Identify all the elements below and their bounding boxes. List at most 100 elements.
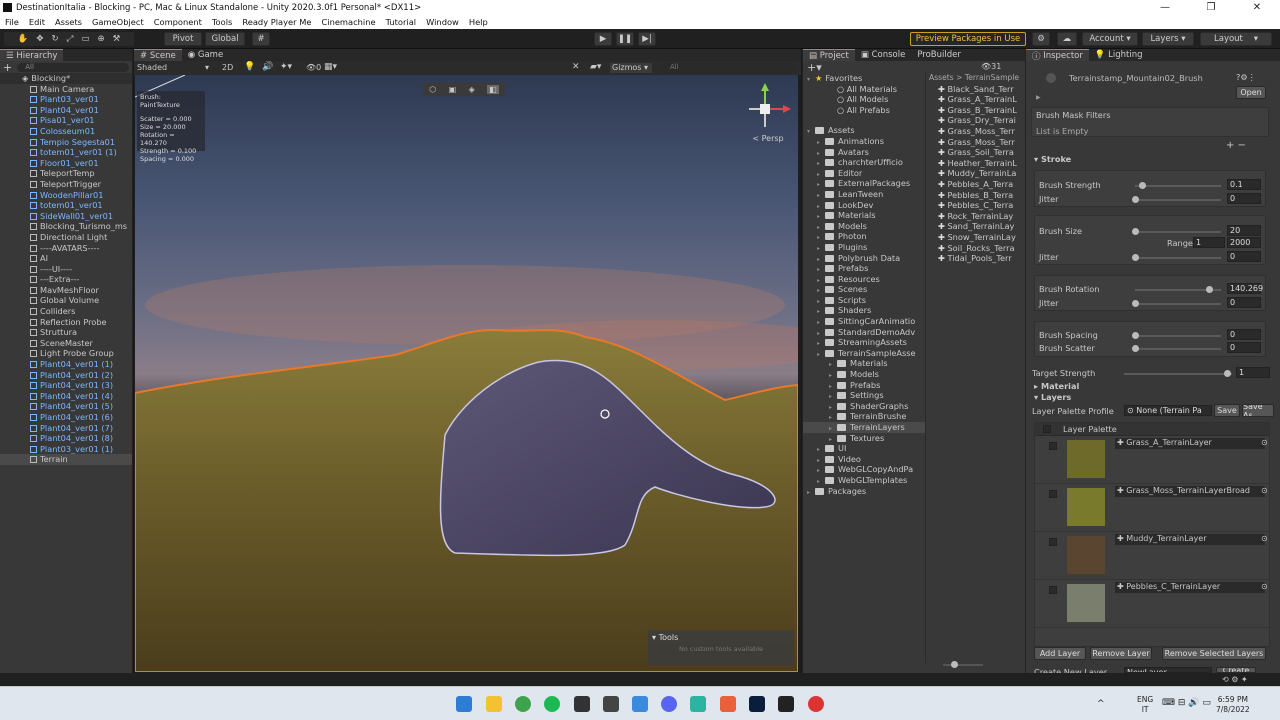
expand-arrow-icon[interactable]: ▶ — [1036, 94, 1041, 101]
folder-item[interactable]: ▸ LookDev — [803, 200, 925, 211]
expand-arrow-icon[interactable]: ▸ — [817, 255, 825, 264]
menu-file[interactable]: File — [0, 17, 24, 27]
rotation-jitter-field[interactable]: 0 — [1227, 297, 1261, 308]
expand-arrow-icon[interactable]: ▸ — [817, 170, 825, 179]
folder-item[interactable]: ▸ Models — [803, 221, 925, 232]
folder-item[interactable]: ▸ WebGLCopyAndPa — [803, 464, 925, 475]
hierarchy-item[interactable]: Plant04_ver01 (2) — [0, 370, 132, 381]
asset-file[interactable]: ✚ Grass_B_TerrainL — [926, 105, 1025, 116]
folder-item[interactable]: ▸ Materials — [803, 210, 925, 221]
spacing-slider[interactable] — [1132, 332, 1221, 339]
size-jitter-field[interactable]: 0 — [1227, 251, 1261, 262]
tab-console[interactable]: ▣ Console — [855, 49, 911, 61]
expand-arrow-icon[interactable]: ▸ — [817, 477, 825, 486]
rotation-jitter-slider[interactable] — [1132, 300, 1221, 307]
hierarchy-item[interactable]: TeleportTrigger — [0, 179, 132, 190]
hidden-objects-toggle[interactable]: 👁0 — [306, 63, 321, 72]
menu-window[interactable]: Window — [421, 17, 464, 27]
expand-arrow-icon[interactable]: ▸ — [817, 138, 825, 147]
file-explorer-icon[interactable] — [486, 696, 502, 712]
scatter-field[interactable]: 0 — [1227, 342, 1261, 353]
expand-arrow-icon[interactable]: ▸ — [817, 180, 825, 189]
scene-viewport[interactable]: Brush: PaintTexture Scatter = 0.000 Size… — [135, 75, 798, 672]
asset-file[interactable]: ✚ Pebbles_B_Terra — [926, 190, 1025, 201]
hierarchy-item[interactable]: ----UI---- — [0, 264, 132, 275]
add-filter-icon[interactable]: + − — [1226, 140, 1246, 151]
expand-arrow-icon[interactable]: ▸ — [829, 382, 837, 391]
hierarchy-item[interactable]: totem01_ver01 (1) — [0, 147, 132, 158]
raise-terrain-icon[interactable]: ⬡ — [429, 85, 436, 94]
folder-item[interactable]: ▸ ExternalPackages — [803, 178, 925, 189]
paint-texture-icon[interactable]: ▣ — [449, 85, 457, 94]
unity-icon[interactable] — [603, 696, 619, 712]
2d-toggle[interactable]: 2D — [222, 63, 233, 72]
object-picker-icon[interactable]: ⊙ — [1261, 582, 1268, 591]
layer-checkbox[interactable] — [1049, 442, 1057, 450]
material-foldout[interactable]: ▸ Material — [1034, 381, 1079, 391]
hierarchy-item[interactable]: Plant03_ver01 (1) — [0, 444, 132, 455]
folder-item[interactable]: ▸ UI — [803, 443, 925, 454]
folder-item[interactable]: ▸ LeanTween — [803, 189, 925, 200]
asset-file[interactable]: ✚ Muddy_TerrainLa — [926, 168, 1025, 179]
expand-arrow-icon[interactable]: ▸ — [829, 360, 837, 369]
strength-field[interactable]: 0.1 — [1227, 179, 1261, 190]
hierarchy-item[interactable]: Plant04_ver01 (6) — [0, 412, 132, 423]
save-button[interactable]: Save — [1214, 404, 1240, 417]
search-input[interactable]: All — [17, 62, 129, 72]
expand-arrow-icon[interactable]: ▸ — [817, 456, 825, 465]
asset-file[interactable]: ✚ Grass_Moss_Terr — [926, 137, 1025, 148]
folder-item[interactable]: ▸ ShaderGraphs — [803, 401, 925, 412]
expand-arrow-icon[interactable]: ▸ — [817, 286, 825, 295]
menu-tutorial[interactable]: Tutorial — [381, 17, 422, 27]
expand-arrow-icon[interactable]: ▸ — [817, 339, 825, 348]
hierarchy-item[interactable]: Colosseum01 — [0, 126, 132, 137]
folder-item[interactable]: ▸ Editor — [803, 168, 925, 179]
folder-item[interactable]: ▸ SittingCarAnimatio — [803, 316, 925, 327]
folder-item[interactable]: ▸ charchterUfficio — [803, 157, 925, 168]
menu-assets[interactable]: Assets — [50, 17, 87, 27]
tray-chevron-icon[interactable]: ^ — [1097, 699, 1105, 709]
hierarchy-item[interactable]: Global Volume — [0, 295, 132, 306]
expand-arrow-icon[interactable]: ▸ — [817, 244, 825, 253]
remove-layer-button[interactable]: Remove Layer — [1090, 647, 1152, 660]
hierarchy-item[interactable]: Plant04_ver01 (8) — [0, 433, 132, 444]
expand-arrow-icon[interactable]: ▸ — [817, 466, 825, 475]
menu-cinemachine[interactable]: Cinemachine — [316, 17, 380, 27]
scatter-slider[interactable] — [1132, 345, 1221, 352]
hierarchy-item[interactable]: SceneMaster — [0, 338, 132, 349]
expand-arrow-icon[interactable]: ▸ — [829, 435, 837, 444]
favorite-item[interactable]: ○ All Models — [803, 94, 925, 105]
cloud-icon[interactable]: ☁ — [1057, 32, 1077, 46]
folder-item[interactable]: ▸ WebGLTemplates — [803, 475, 925, 486]
expand-arrow-icon[interactable]: ▸ — [829, 403, 837, 412]
asset-file[interactable]: ✚ Pebbles_C_Terra — [926, 200, 1025, 211]
clock[interactable]: 6:59 PM 7/8/2022 — [1216, 695, 1250, 715]
hierarchy-item[interactable]: Pisa01_ver01 — [0, 115, 132, 126]
menu-component[interactable]: Component — [149, 17, 207, 27]
step-button[interactable]: ▶| — [638, 32, 656, 46]
recorder-icon[interactable] — [808, 696, 824, 712]
tab-inspector[interactable]: ⓘ Inspector — [1026, 49, 1089, 62]
smooth-terrain-icon[interactable]: ◈ — [469, 85, 475, 94]
terrain-layer-row[interactable]: ✚ Muddy_TerrainLayer ⊙ — [1035, 532, 1269, 580]
account-dropdown[interactable]: Account ▾ — [1082, 32, 1138, 46]
hand-tool-icon[interactable]: ✋ — [18, 34, 29, 44]
start-icon[interactable] — [456, 696, 472, 712]
spotify-icon[interactable] — [544, 696, 560, 712]
expand-arrow-icon[interactable]: ▸ — [817, 223, 825, 232]
trello-icon[interactable] — [632, 696, 648, 712]
folder-item[interactable]: ▸ Animations — [803, 136, 925, 147]
close-button[interactable]: ✕ — [1234, 2, 1280, 13]
expand-arrow-icon[interactable]: ▸ — [817, 445, 825, 454]
tab-game[interactable]: ◉ Game — [182, 49, 229, 61]
app-icon[interactable] — [690, 696, 706, 712]
expand-arrow-icon[interactable]: ▸ — [817, 297, 825, 306]
hierarchy-item[interactable]: Tempio Segesta01 — [0, 137, 132, 148]
strength-slider[interactable] — [1135, 182, 1221, 189]
favorites-node[interactable]: ▾ ★ Favorites — [803, 73, 925, 84]
folder-item[interactable]: ▸ Textures — [803, 433, 925, 444]
save-as-button[interactable]: Save As — [1242, 404, 1274, 417]
hierarchy-item[interactable]: MavMeshFloor — [0, 285, 132, 296]
hierarchy-item[interactable]: Plant04_ver01 (4) — [0, 391, 132, 402]
expand-arrow-icon[interactable]: ▸ — [817, 149, 825, 158]
